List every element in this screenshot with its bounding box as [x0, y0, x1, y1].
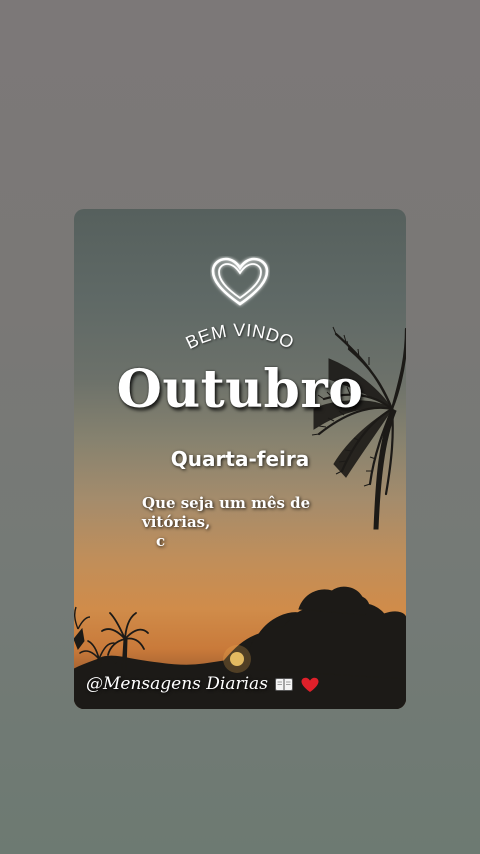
watermark: @Mensagens Diarias	[86, 674, 319, 694]
month-title: Outubro	[116, 359, 364, 420]
greeting-card: BEM VINDO Outubro Quarta-feira Que seja …	[74, 209, 406, 709]
book-icon	[275, 678, 294, 691]
message-line-2: c	[156, 532, 166, 550]
greeting-message: Que seja um mês de vitórias, c	[142, 494, 382, 551]
weekday-label: Quarta-feira	[170, 447, 310, 471]
watermark-handle: @Mensagens Diarias	[86, 674, 268, 694]
message-line-1: Que seja um mês de vitórias,	[142, 494, 311, 531]
red-heart-icon	[301, 677, 319, 692]
